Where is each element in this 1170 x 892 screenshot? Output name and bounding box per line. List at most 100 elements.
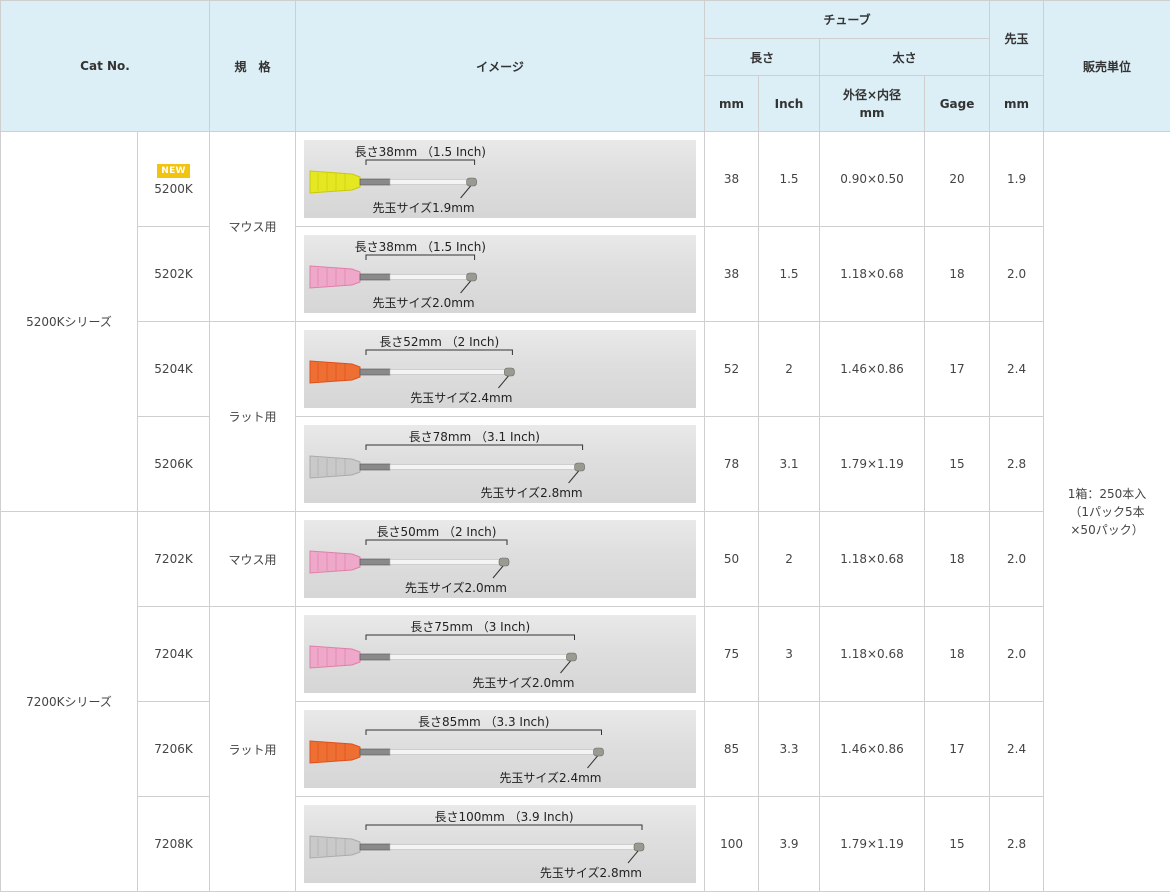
sales-unit-line3: ×50パック） — [1070, 522, 1144, 537]
image-cell: 長さ100mm （3.9 Inch) 先玉サイズ2.8mm — [295, 796, 706, 892]
tip-leader — [460, 185, 471, 199]
length-inch: 3.1 — [758, 416, 821, 512]
series-name: 5200Kシリーズ — [0, 131, 138, 512]
header-length-mm: mm — [704, 75, 760, 132]
length-bracket — [365, 824, 643, 830]
length-mm: 52 — [704, 321, 760, 417]
length-inch: 2 — [758, 321, 821, 417]
length-label: 長さ78mm （3.1 Inch) — [409, 430, 540, 444]
od-id: 1.18×0.68 — [819, 511, 926, 607]
tip-ball — [498, 557, 510, 567]
tip-ball — [574, 462, 585, 472]
length-mm: 100 — [704, 796, 760, 892]
length-label: 長さ38mm （1.5 Inch) — [355, 240, 486, 254]
cat-no: 7208K — [136, 796, 211, 892]
tip-label: 先玉サイズ2.8mm — [540, 865, 642, 880]
length-bracket — [365, 539, 508, 545]
header-od-id-line1: 外径×内径 — [842, 87, 902, 102]
tip-label: 先玉サイズ2.0mm — [373, 295, 475, 310]
clear-tube — [389, 179, 469, 185]
tip-leader — [627, 850, 639, 864]
tip-ball — [633, 842, 645, 852]
tip-mm: 2.0 — [989, 226, 1045, 322]
length-inch: 1.5 — [758, 131, 821, 227]
length-label: 長さ50mm （2 Inch) — [377, 525, 497, 539]
needle-image: 長さ75mm （3 Inch) 先玉サイズ2.0mm — [304, 615, 697, 693]
tip-leader — [587, 755, 598, 769]
metal-shaft — [359, 178, 391, 186]
header-tube: チューブ — [704, 0, 991, 39]
length-bracket — [365, 729, 603, 735]
od-id: 1.46×0.86 — [819, 701, 926, 797]
tip-leader — [492, 565, 504, 579]
length-inch: 1.5 — [758, 226, 821, 322]
tip-mm: 2.4 — [989, 321, 1045, 417]
od-id: 1.79×1.19 — [819, 796, 926, 892]
sales-unit-line2: （1パック5本 — [1069, 504, 1145, 519]
metal-shaft — [359, 653, 391, 661]
needle-svg: 長さ75mm （3 Inch) 先玉サイズ2.0mm — [309, 620, 577, 690]
length-bracket — [365, 444, 584, 450]
gage: 15 — [924, 796, 991, 892]
metal-shaft — [359, 843, 391, 851]
length-mm: 85 — [704, 701, 760, 797]
cat-no: 5202K — [136, 226, 211, 322]
length-mm: 38 — [704, 226, 760, 322]
image-cell: 長さ75mm （3 Inch) 先玉サイズ2.0mm — [295, 606, 706, 702]
table-row: 7208K 長さ100mm （3.9 Inch) 先玉サイズ2.8mm 100 3… — [1, 796, 1170, 892]
tip-ball — [593, 747, 604, 757]
tip-ball — [466, 272, 477, 282]
tip-label: 先玉サイズ2.8mm — [481, 485, 583, 500]
cat-no: 5206K — [136, 416, 211, 512]
metal-shaft — [359, 463, 391, 471]
cat-no: 5204K — [136, 321, 211, 417]
needle-image: 長さ85mm （3.3 Inch) 先玉サイズ2.4mm — [304, 710, 697, 788]
tip-label: 先玉サイズ2.0mm — [405, 580, 507, 595]
needle-svg: 長さ78mm （3.1 Inch) 先玉サイズ2.8mm — [309, 430, 585, 500]
od-id: 0.90×0.50 — [819, 131, 926, 227]
needle-svg: 長さ38mm （1.5 Inch) 先玉サイズ2.0mm — [309, 240, 486, 310]
table-row: 5204K ラット用 長さ52mm （2 Inch) 先玉サイズ2.4mm 52 … — [1, 321, 1170, 512]
length-label: 長さ38mm （1.5 Inch) — [355, 145, 486, 159]
clear-tube — [389, 464, 577, 470]
header-gage: Gage — [924, 75, 991, 132]
length-mm: 75 — [704, 606, 760, 702]
tip-label: 先玉サイズ2.4mm — [410, 390, 512, 405]
needle-image: 長さ100mm （3.9 Inch) 先玉サイズ2.8mm — [304, 805, 697, 883]
length-label: 長さ100mm （3.9 Inch) — [435, 810, 574, 824]
header-tip: 先玉 — [989, 0, 1045, 76]
tip-label: 先玉サイズ1.9mm — [373, 200, 475, 215]
clear-tube — [389, 274, 469, 280]
tip-leader — [560, 660, 571, 674]
tip-mm: 2.8 — [989, 796, 1045, 892]
image-cell: 長さ38mm （1.5 Inch) 先玉サイズ2.0mm — [295, 226, 706, 322]
table-row: 5200Kシリーズ NEW 5200K マウス用 長さ38mm （1.5 Inc… — [0, 131, 1170, 892]
header-spec: 規 格 — [209, 0, 297, 132]
image-cell: 長さ85mm （3.3 Inch) 先玉サイズ2.4mm — [295, 701, 706, 797]
spec-cell: ラット用 — [209, 606, 297, 892]
header-od-id-line2: mm — [859, 105, 885, 120]
clear-tube — [389, 369, 507, 375]
length-bracket — [365, 349, 513, 355]
length-label: 長さ75mm （3 Inch) — [410, 620, 530, 634]
needle-image: 長さ38mm （1.5 Inch) 先玉サイズ2.0mm — [304, 235, 697, 313]
length-inch: 3.3 — [758, 701, 821, 797]
gage: 15 — [924, 416, 991, 512]
spec-cell: マウス用 — [209, 511, 297, 607]
gage: 17 — [924, 321, 991, 417]
od-id: 1.46×0.86 — [819, 321, 926, 417]
needle-svg: 長さ50mm （2 Inch) 先玉サイズ2.0mm — [309, 525, 510, 595]
needle-image: 長さ78mm （3.1 Inch) 先玉サイズ2.8mm — [304, 425, 697, 503]
needle-image: 長さ50mm （2 Inch) 先玉サイズ2.0mm — [304, 520, 697, 598]
tip-leader — [568, 470, 579, 484]
length-mm: 78 — [704, 416, 760, 512]
tip-label: 先玉サイズ2.0mm — [472, 675, 574, 690]
clear-tube — [389, 749, 596, 755]
header-cat-no: Cat No. — [0, 0, 211, 132]
table-row: 5206K 長さ78mm （3.1 Inch) 先玉サイズ2.8mm 78 3.1… — [1, 416, 1170, 512]
spec-cell: マウス用 — [209, 131, 297, 322]
needle-svg: 長さ85mm （3.3 Inch) 先玉サイズ2.4mm — [309, 715, 604, 785]
header-image: イメージ — [295, 0, 706, 132]
length-mm: 38 — [704, 131, 760, 227]
gage: 17 — [924, 701, 991, 797]
